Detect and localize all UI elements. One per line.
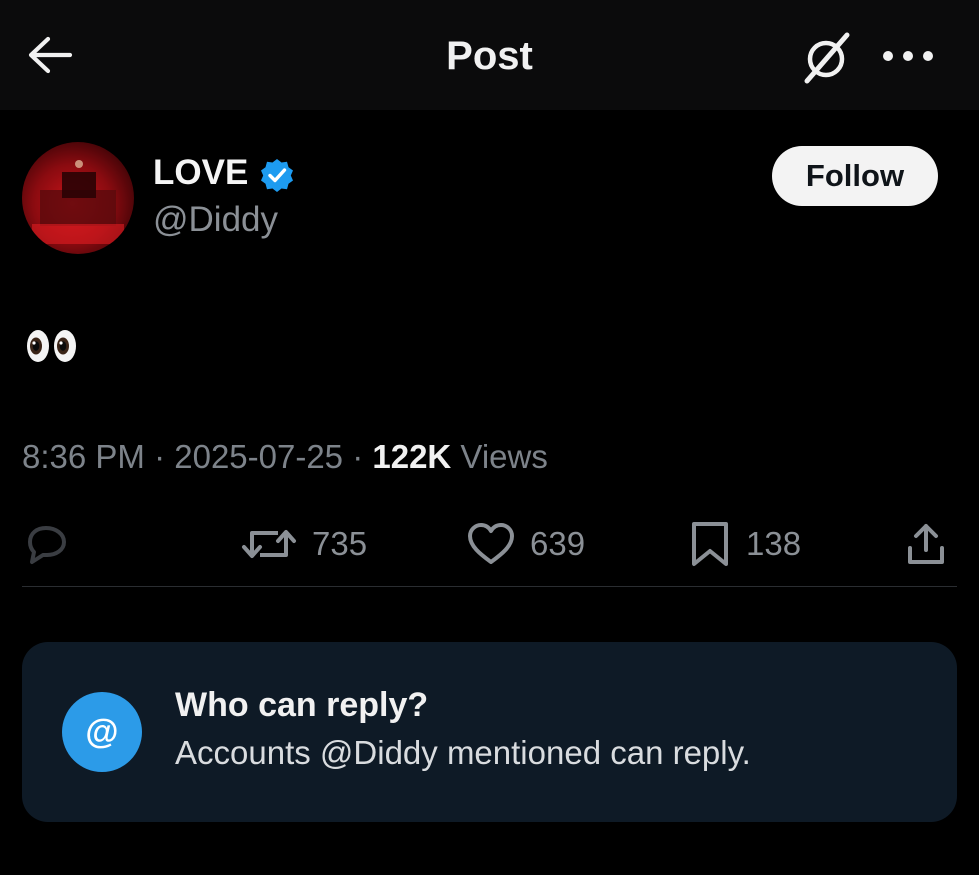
- views-label: Views: [451, 438, 548, 475]
- grok-icon: [804, 32, 850, 84]
- post-date: 2025-07-25: [174, 438, 344, 475]
- more-horizontal-icon: [883, 51, 933, 61]
- like-count: 639: [530, 525, 586, 562]
- post-screen: Post LOVE @Diddy Follow 8:36 PM · 2025-0…: [0, 0, 979, 875]
- mention-badge-icon: @: [62, 692, 142, 772]
- views-count[interactable]: 122K: [372, 438, 451, 475]
- follow-button[interactable]: Follow: [772, 146, 938, 206]
- grok-button[interactable]: [798, 28, 856, 86]
- repost-icon: [242, 530, 296, 558]
- avatar-image: [32, 160, 124, 244]
- reply-button[interactable]: [22, 518, 72, 570]
- verified-badge-icon: [261, 159, 293, 192]
- author-name[interactable]: LOVE: [153, 153, 248, 193]
- divider: [22, 586, 957, 587]
- meta-separator: ·: [144, 438, 175, 475]
- bookmark-icon: [692, 522, 728, 566]
- bookmark-button[interactable]: 138: [688, 518, 801, 570]
- bookmark-count: 138: [746, 525, 802, 562]
- reply-restriction-card: @ Who can reply? Accounts @Diddy mention…: [22, 642, 957, 822]
- repost-button[interactable]: 735: [240, 518, 367, 570]
- reply-restriction-description: Accounts @Diddy mentioned can reply.: [175, 734, 751, 771]
- repost-count: 735: [312, 525, 368, 562]
- post-meta: 8:36 PM · 2025-07-25 · 122K Views: [22, 438, 548, 476]
- heart-icon: [468, 523, 514, 564]
- post-time: 8:36 PM: [22, 438, 145, 475]
- eyes-emoji: [27, 330, 76, 362]
- reply-restriction-title: Who can reply?: [175, 686, 429, 724]
- top-bar: Post: [0, 0, 979, 110]
- more-options-button[interactable]: [876, 34, 940, 78]
- author-handle[interactable]: @Diddy: [153, 200, 278, 240]
- like-button[interactable]: 639: [466, 518, 585, 570]
- share-button[interactable]: [904, 518, 948, 570]
- reply-icon: [28, 526, 66, 564]
- avatar[interactable]: [22, 142, 134, 254]
- share-icon: [908, 524, 944, 564]
- meta-separator: ·: [343, 438, 373, 475]
